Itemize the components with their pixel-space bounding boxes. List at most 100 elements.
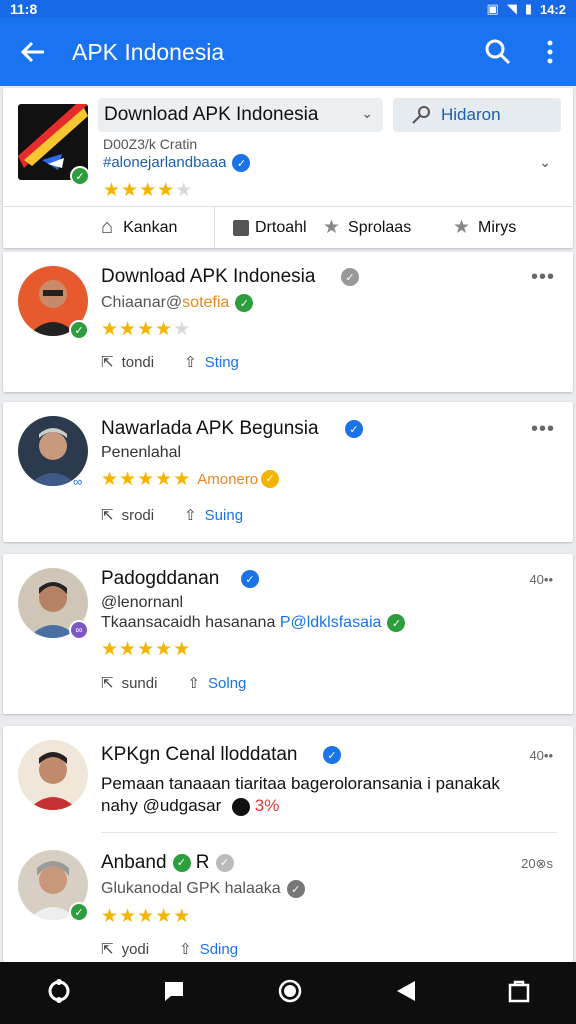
- star-outline-icon: ★: [323, 217, 341, 238]
- like-button[interactable]: ⇧ Solng: [187, 674, 246, 693]
- search-icon: [485, 39, 511, 65]
- verified-check-icon: ✓: [261, 470, 280, 488]
- post-body2-accent: 3%: [254, 796, 280, 815]
- battery-icon: ▮: [524, 1, 532, 16]
- header-tabs: ⌂ Kankan Drtoahl ★ Sprolaas ★ Mirys: [3, 206, 573, 248]
- post-author[interactable]: KPKgn Cenal lloddatan: [101, 744, 297, 766]
- share-label: srodi: [121, 506, 155, 524]
- back-button[interactable]: [0, 41, 66, 63]
- post-actions: ⇱ tondi ⇧ Sting: [101, 353, 269, 372]
- like-label: Sting: [204, 353, 239, 371]
- status-time-right: 14:2: [539, 1, 566, 17]
- more-vert-icon: [547, 40, 553, 64]
- assistant-button[interactable]: [46, 978, 72, 1009]
- rating-label: Amonero: [197, 471, 259, 488]
- share-button[interactable]: ⇱ yodi: [101, 940, 150, 959]
- share-label: tondi: [121, 353, 155, 371]
- post-author[interactable]: Download APK Indonesia: [101, 266, 315, 288]
- post-actions: ⇱ sundi ⇧ Solng: [101, 674, 276, 693]
- app-handle: #alonejarlandbaaa: [103, 154, 227, 171]
- back-nav-button[interactable]: [395, 979, 417, 1008]
- app-bar: APK Indonesia: [0, 18, 576, 86]
- post-author[interactable]: Anband ✓ R ✓: [101, 852, 234, 874]
- emoji-icon: [232, 797, 251, 816]
- like-button[interactable]: ⇧ Suing: [184, 506, 243, 525]
- post-author[interactable]: Padogddanan: [101, 568, 219, 590]
- post-time: 40••: [529, 748, 553, 763]
- post-author-text: Anband: [101, 852, 167, 873]
- verified-check-icon: ✓: [341, 268, 359, 286]
- share-label: yodi: [121, 940, 150, 958]
- post-handle: Penenlahal: [101, 444, 182, 461]
- chat-bubble-icon: [165, 981, 184, 1001]
- tab-mirys[interactable]: ★ Mirys: [453, 207, 563, 248]
- verified-check-icon: ✓: [345, 420, 363, 438]
- share-button[interactable]: ⇱ srodi: [101, 506, 155, 525]
- verified-badge: ✓: [69, 902, 89, 922]
- share-icon: ⇱: [101, 354, 114, 371]
- home-icon: ⌂: [101, 216, 114, 238]
- overflow-menu-button[interactable]: [524, 40, 576, 64]
- verified-check-icon: ✓: [387, 614, 406, 632]
- post-more-button[interactable]: •••: [531, 418, 555, 441]
- recents-button[interactable]: [508, 979, 530, 1008]
- share-icon: ⇱: [101, 941, 114, 958]
- verified-check-icon: ✓: [323, 746, 341, 764]
- bag-icon: [508, 980, 530, 1002]
- post-handle-text: Chiaanar@: [101, 294, 183, 312]
- app-dropdown[interactable]: Download APK Indonesia ⌄: [98, 98, 383, 132]
- star-icon: ★: [103, 180, 121, 201]
- home-button[interactable]: [277, 978, 303, 1009]
- notification-icon: ▣: [486, 1, 499, 16]
- post-handle: Chiaanar@sotefia ✓: [101, 294, 254, 312]
- wifi-icon: ◥: [506, 1, 517, 16]
- like-button[interactable]: ⇧ Sding: [179, 940, 239, 959]
- tab-kankan[interactable]: ⌂ Kankan: [3, 207, 215, 248]
- verified-check-icon: ✓: [172, 853, 191, 872]
- post-body2-text: nahy @udgasar: [101, 796, 222, 815]
- post-author[interactable]: Nawarlada APK Begunsia: [101, 418, 319, 440]
- chevron-down-icon[interactable]: ⌄: [539, 154, 551, 171]
- status-time-left: 11:8: [10, 1, 38, 17]
- document-icon: [233, 219, 249, 236]
- tab-sprolaas[interactable]: ★ Sprolaas: [323, 207, 453, 248]
- post-card[interactable]: ∞ Padogddanan ✓ 40•• @lenornanl Tkaansac…: [3, 554, 573, 714]
- post-body-link[interactable]: P@ldklsfasaia: [280, 614, 382, 631]
- verified-check-icon: ✓: [215, 853, 234, 872]
- star-icon: ★: [139, 180, 157, 201]
- star-icon: ★: [157, 180, 175, 201]
- repost-icon: ⇧: [187, 675, 201, 692]
- post-actions: ⇱ yodi ⇧ Sding: [101, 940, 268, 959]
- post-rating: ★ ★ ★ ★ ★: [101, 639, 191, 660]
- post-card[interactable]: ✓ Download APK Indonesia ✓ ••• Chiaanar@…: [3, 252, 573, 392]
- like-button[interactable]: ⇧ Sting: [184, 353, 239, 372]
- star-outline-icon: ★: [453, 217, 471, 238]
- share-button[interactable]: ⇱ tondi: [101, 353, 155, 372]
- like-label: Sding: [199, 940, 239, 958]
- repost-icon: ⇧: [184, 354, 197, 371]
- star-icon: ★: [175, 180, 193, 201]
- post-body-text: Tkaansacaidh hasanana: [101, 614, 276, 632]
- post-handle-accent: sotefia: [182, 294, 230, 312]
- refresh-icon: [48, 978, 70, 1003]
- back-triangle-icon: [396, 980, 415, 1001]
- header-action-button[interactable]: Hidaron: [393, 98, 561, 132]
- link-icon: ∞: [73, 474, 83, 489]
- post-rating: ★ ★ ★ ★ ★: [101, 906, 191, 927]
- post-body: Tkaansacaidh hasanana P@ldklsfasaia ✓: [101, 614, 406, 632]
- post-more-button[interactable]: •••: [531, 266, 555, 289]
- post-card[interactable]: ∞ Nawarlada APK Begunsia ✓ ••• Penenlaha…: [3, 402, 573, 542]
- post-card[interactable]: KPKgn Cenal lloddatan ✓ 40•• Pemaan tana…: [3, 726, 573, 962]
- app-subtitle: D00Z3/k Cratin: [103, 136, 198, 152]
- key-icon: [412, 106, 430, 124]
- verified-check-icon: ✓: [241, 570, 259, 588]
- tab-sprolaas-label: Sprolaas: [348, 218, 412, 236]
- share-button[interactable]: ⇱ sundi: [101, 674, 157, 693]
- tab-kankan-label: Kankan: [123, 218, 178, 236]
- search-button[interactable]: [472, 39, 524, 65]
- chat-button[interactable]: [163, 980, 185, 1007]
- post-handle: @lenornanl: [101, 594, 184, 611]
- status-icons: ▣ ◥ ▮ 14:2: [487, 1, 566, 17]
- post-handle: Glukanodal GPK halaaka ✓: [101, 880, 305, 898]
- tab-drtoahl[interactable]: Drtoahl: [215, 207, 323, 248]
